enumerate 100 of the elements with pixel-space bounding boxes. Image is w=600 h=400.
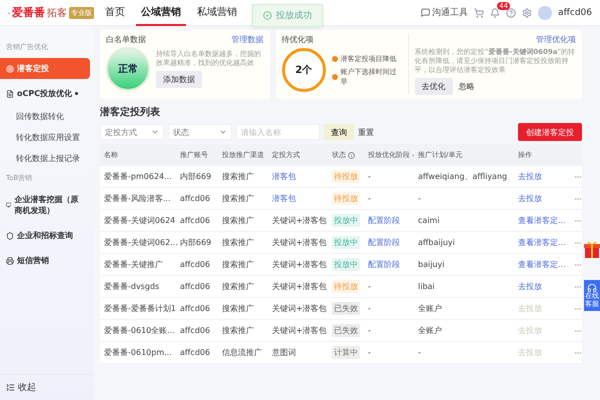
card-title: 待优化项 [282, 34, 315, 45]
nav-tab[interactable]: 私域营销 [192, 0, 242, 26]
table-cell: 搜索推广 [218, 320, 268, 342]
table-cell: 搜索推广 [218, 210, 268, 232]
stage-text: - [368, 304, 371, 314]
check-icon [263, 11, 272, 20]
query-button[interactable]: 查询 [324, 124, 354, 140]
table-cell: 爱番番-pm0624... [100, 166, 176, 188]
table-cell: 爱番番-0610pm... [100, 342, 176, 364]
create-button[interactable]: 创建潜客定投 [518, 123, 582, 142]
method-select[interactable]: 定投方式 [100, 124, 164, 140]
manage-link[interactable]: 管理数据 [232, 34, 264, 45]
stage-link[interactable]: 配置阶段 [368, 237, 400, 248]
monitor-icon [6, 201, 12, 209]
table-cell: 爱番番-0610全账... [100, 320, 176, 342]
target-icon [6, 64, 14, 72]
stage-link[interactable]: 配置阶段 [368, 215, 400, 226]
sidebar-item[interactable]: oCPC投放优化 [0, 83, 90, 104]
settings-icon[interactable] [522, 8, 532, 18]
sidebar-item[interactable]: 企业潜客挖掘（原商机发现） [0, 189, 90, 221]
help-icon[interactable] [506, 8, 516, 18]
reset-button[interactable]: 重置 [358, 126, 374, 138]
method-link[interactable]: 潜客包 [272, 171, 296, 182]
table-cell: 信息流推广 [218, 342, 268, 364]
method-text: 关键词+潜客包 [272, 325, 327, 336]
shield-icon [6, 232, 14, 240]
table-cell: affcd06 [176, 210, 218, 232]
ignore-button[interactable]: 忽略 [458, 81, 475, 92]
method-text: 关键词+潜客包 [272, 259, 327, 270]
status-tag: 待投放 [332, 192, 360, 206]
table-cell: 内部669 [176, 232, 218, 254]
table-cell: baijuyi [414, 254, 514, 276]
table-cell: 爱番番-关键推广 [100, 254, 176, 276]
table-cell: 爱番番-爱番番计划1 [100, 298, 176, 320]
nav-tab[interactable]: 首页 [100, 0, 130, 26]
status-tag: 计算中 [332, 346, 360, 360]
table-cell: 搜索推广 [218, 166, 268, 188]
stage-link[interactable]: 配置阶段 [368, 259, 400, 270]
manage-link[interactable]: 管理优化项 [536, 34, 576, 45]
avatar[interactable] [538, 6, 552, 20]
table-cell: libai [414, 276, 514, 298]
user-name[interactable]: affcd06 [558, 8, 592, 18]
status-circle: 正常 [106, 47, 150, 91]
action-link[interactable]: 查看潜客定... [518, 237, 566, 248]
status-tag: 待投放 [332, 170, 360, 184]
sidebar-subitem[interactable]: 回传数据转化 [0, 106, 94, 127]
gift-icon[interactable] [584, 240, 600, 258]
search-field[interactable]: 请输入名称 [236, 124, 320, 140]
cart-icon[interactable] [474, 8, 484, 18]
add-data-button[interactable]: 添加数据 [156, 71, 202, 88]
table-cell: affcd06 [176, 320, 218, 342]
table-cell: 爱番番-风险潜客... [100, 188, 176, 210]
sidebar-item[interactable]: 短信营销 [0, 250, 90, 271]
method-text: 关键词+潜客包 [272, 303, 327, 314]
bell-icon[interactable] [490, 8, 500, 18]
action-link[interactable]: 查看潜客定... [518, 259, 566, 270]
status-tag: 待投放 [332, 280, 360, 294]
nav-tab[interactable]: 公域营销 [136, 0, 186, 26]
list-title: 潜客定投列表 [100, 105, 161, 120]
method-text: 意图词 [272, 347, 296, 358]
sidebar-subitem[interactable]: 转化数据上报记录 [0, 148, 94, 169]
table-cell: - [414, 188, 514, 210]
action-link[interactable]: 去投放 [518, 281, 542, 292]
stage-text: - [368, 194, 371, 204]
table-cell: affweiqiang、affliyang [414, 166, 514, 188]
table-cell: affcd06 [176, 276, 218, 298]
method-text: 关键词+潜客包 [272, 237, 327, 248]
action-link[interactable]: 去投放 [518, 193, 542, 204]
table-cell: affcd06 [176, 188, 218, 210]
collapse-icon [6, 383, 15, 392]
sidebar-item[interactable]: 潜客定投 [0, 58, 90, 79]
optimize-button[interactable]: 去优化 [414, 78, 453, 96]
sidebar-item[interactable]: 企业和招标查询 [0, 225, 90, 246]
document-icon [6, 90, 14, 98]
table-cell: 搜索推广 [218, 254, 268, 276]
table-cell: affbaijuyi [414, 232, 514, 254]
sidebar-subitem[interactable]: 转化数据应用设置 [0, 127, 94, 148]
headset-icon [587, 283, 597, 293]
method-text: 关键词+潜客包 [272, 215, 327, 226]
table-cell: 全账户 [414, 298, 514, 320]
collapse-button[interactable]: 收起 [0, 374, 94, 400]
table-cell: 内部669 [176, 166, 218, 188]
table-cell: 搜索推广 [218, 232, 268, 254]
action-link[interactable]: 查看潜客定... [518, 215, 566, 226]
method-text: 关键词+潜客包 [272, 281, 327, 292]
table-cell: - [414, 342, 514, 364]
table-cell: 爱番番-关键词0624 [100, 210, 176, 232]
action-link[interactable]: 去投放 [518, 171, 542, 182]
table-cell: affcd06 [176, 298, 218, 320]
stage-text: - [368, 172, 371, 182]
printer-icon [6, 256, 14, 264]
count-circle: 2个 [282, 48, 326, 92]
card-title: 白名单数据 [106, 34, 146, 45]
status-tag: 投放中 [332, 214, 360, 228]
table-cell: caimi [414, 210, 514, 232]
status-select[interactable]: 状态 [168, 124, 232, 140]
method-link[interactable]: 潜客包 [272, 193, 296, 204]
tool-button[interactable]: 沟通工具 [421, 6, 468, 19]
table-cell: 爱番番-dvsgds [100, 276, 176, 298]
table-cell: 搜索推广 [218, 298, 268, 320]
